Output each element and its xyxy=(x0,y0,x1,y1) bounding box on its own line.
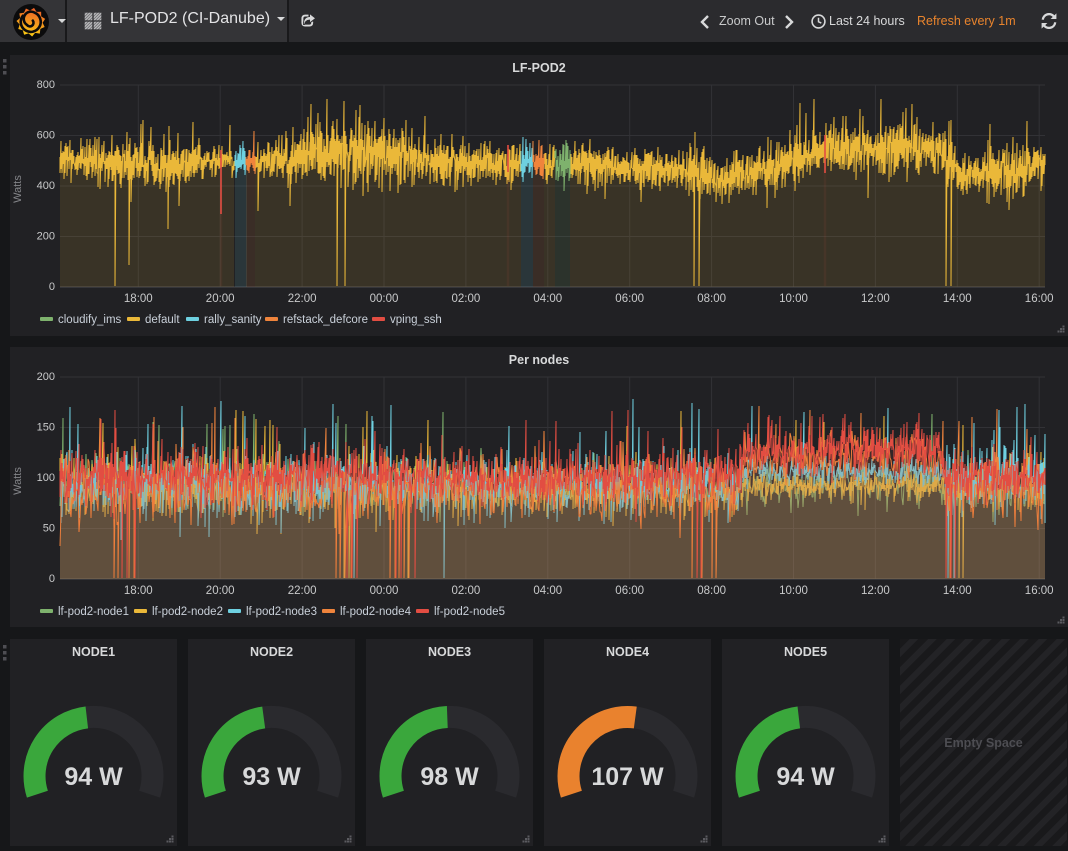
svg-text:08:00: 08:00 xyxy=(697,585,726,597)
svg-text:06:00: 06:00 xyxy=(615,585,644,597)
svg-text:20:00: 20:00 xyxy=(206,585,235,597)
svg-text:02:00: 02:00 xyxy=(452,293,481,305)
svg-text:50: 50 xyxy=(43,523,55,535)
svg-text:16:00: 16:00 xyxy=(1025,293,1054,305)
svg-text:04:00: 04:00 xyxy=(533,293,562,305)
svg-text:107 W: 107 W xyxy=(591,763,664,791)
svg-text:18:00: 18:00 xyxy=(124,585,153,597)
svg-text:14:00: 14:00 xyxy=(943,293,972,305)
svg-text:0: 0 xyxy=(49,573,55,585)
svg-text:08:00: 08:00 xyxy=(697,293,726,305)
svg-text:94 W: 94 W xyxy=(64,763,123,791)
svg-text:00:00: 00:00 xyxy=(370,585,399,597)
svg-text:14:00: 14:00 xyxy=(943,585,972,597)
svg-text:200: 200 xyxy=(37,371,55,383)
svg-text:02:00: 02:00 xyxy=(452,585,481,597)
svg-text:100: 100 xyxy=(37,472,55,484)
svg-text:16:00: 16:00 xyxy=(1025,585,1054,597)
svg-text:200: 200 xyxy=(37,231,55,243)
svg-text:00:00: 00:00 xyxy=(370,293,399,305)
svg-text:0: 0 xyxy=(49,281,55,293)
svg-text:10:00: 10:00 xyxy=(779,585,808,597)
svg-text:04:00: 04:00 xyxy=(533,585,562,597)
svg-text:10:00: 10:00 xyxy=(779,293,808,305)
svg-text:20:00: 20:00 xyxy=(206,293,235,305)
svg-text:22:00: 22:00 xyxy=(288,293,317,305)
svg-text:06:00: 06:00 xyxy=(615,293,644,305)
svg-text:150: 150 xyxy=(37,422,55,434)
svg-text:12:00: 12:00 xyxy=(861,585,890,597)
svg-text:94 W: 94 W xyxy=(776,763,835,791)
svg-text:22:00: 22:00 xyxy=(288,585,317,597)
svg-text:800: 800 xyxy=(37,79,55,91)
svg-text:98 W: 98 W xyxy=(420,763,479,791)
svg-text:600: 600 xyxy=(37,130,55,142)
svg-text:93 W: 93 W xyxy=(242,763,301,791)
svg-text:400: 400 xyxy=(37,180,55,192)
svg-text:12:00: 12:00 xyxy=(861,293,890,305)
svg-text:18:00: 18:00 xyxy=(124,293,153,305)
